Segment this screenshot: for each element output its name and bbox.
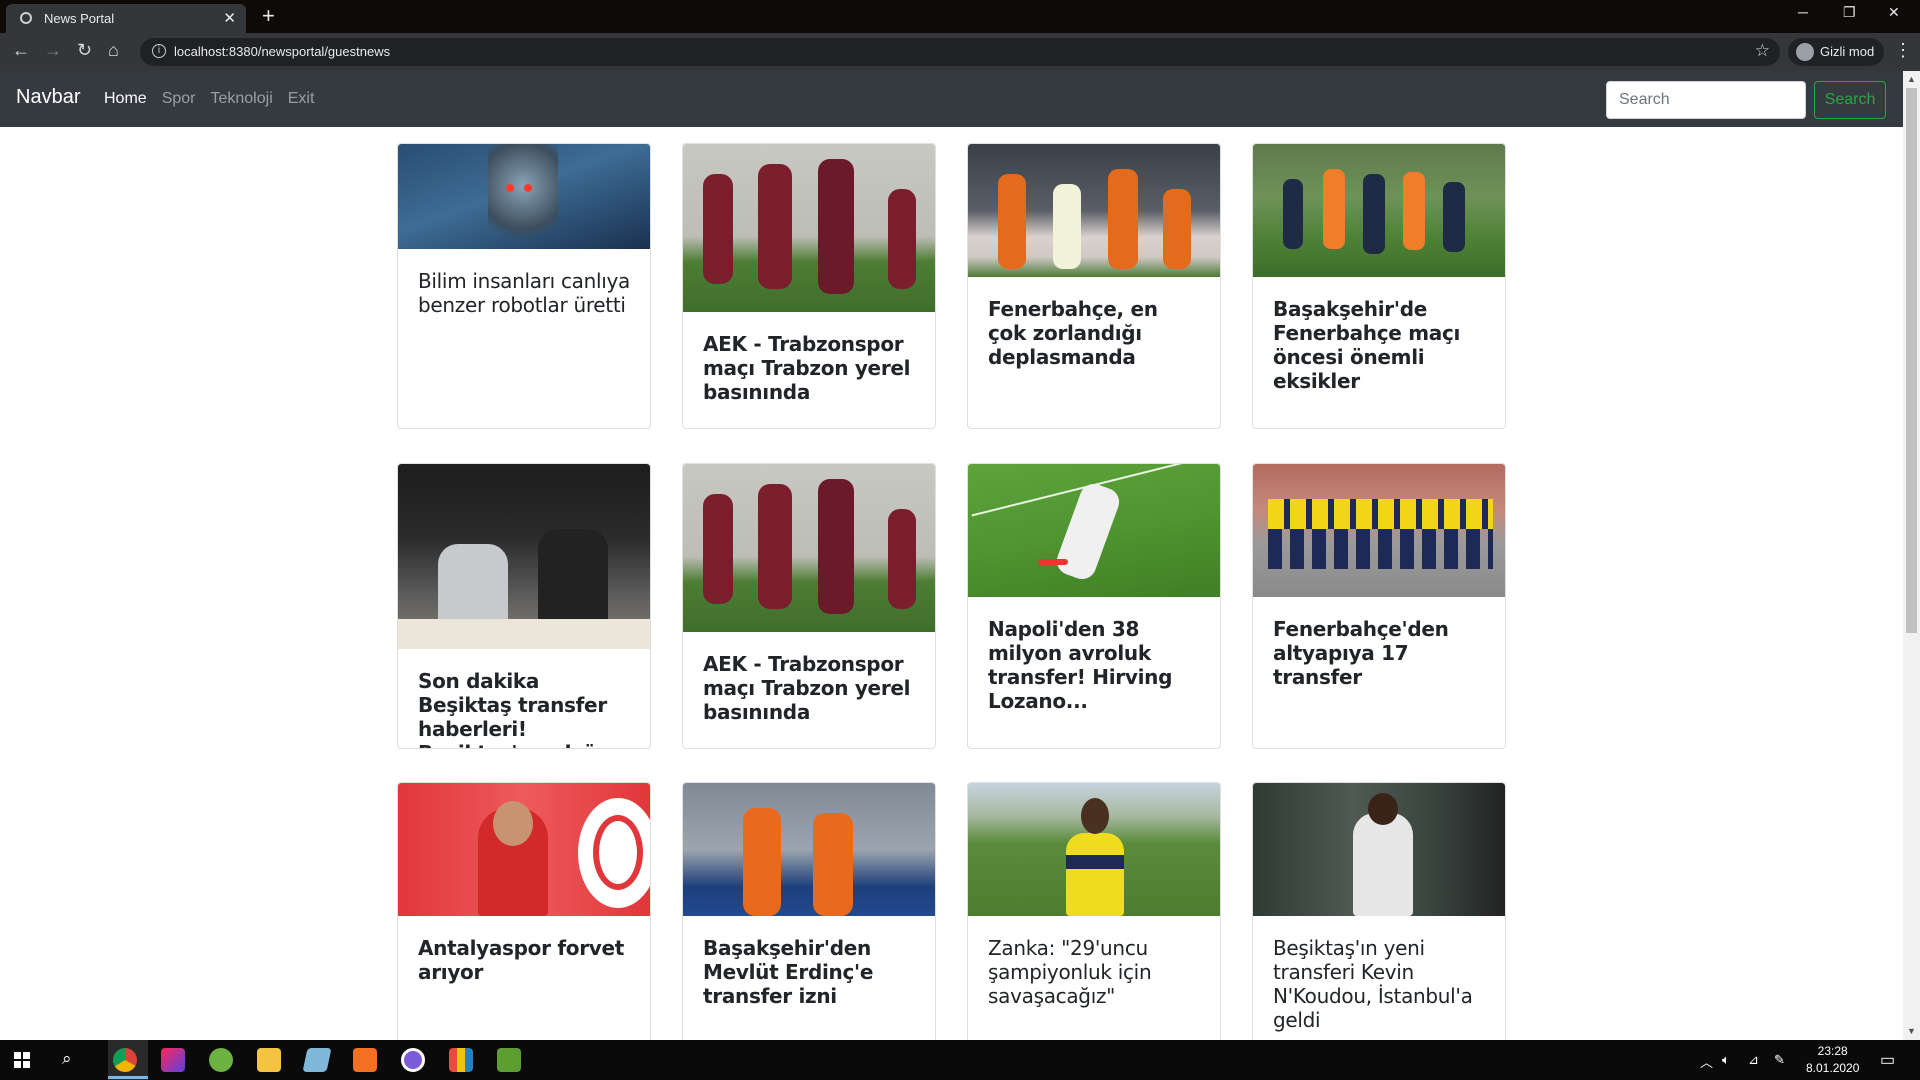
scrollbar-thumb[interactable] xyxy=(1906,88,1917,633)
news-card[interactable]: AEK - Trabzonspor maçı Trabzon yerel bas… xyxy=(682,463,936,749)
news-title[interactable]: Bilim insanları canlıya benzer robotlar … xyxy=(398,249,650,317)
news-card[interactable]: Napoli'den 38 milyon avroluk transfer! H… xyxy=(967,463,1221,749)
page-scrollbar[interactable]: ▲ ▼ xyxy=(1903,71,1920,1040)
globe-icon xyxy=(20,12,32,24)
address-bar[interactable]: i localhost:8380/newsportal/guestnews ☆ xyxy=(140,38,1780,66)
bookmark-star-icon[interactable]: ☆ xyxy=(1755,41,1770,61)
nav-link-teknoloji[interactable]: Teknoloji xyxy=(210,90,272,108)
site-navbar: Navbar Home Spor Teknoloji Exit Search xyxy=(0,71,1903,127)
intellij-icon[interactable] xyxy=(161,1048,185,1072)
news-image-lozano xyxy=(968,464,1220,597)
news-title[interactable]: Başakşehir'den Mevlüt Erdinç'e transfer … xyxy=(683,916,935,1008)
notepad-icon[interactable] xyxy=(302,1048,332,1072)
news-image-zanka xyxy=(968,783,1220,916)
tab-title: News Portal xyxy=(44,11,115,26)
news-card[interactable]: Son dakika Beşiktaş transfer haberleri! … xyxy=(397,463,651,749)
nav-link-spor[interactable]: Spor xyxy=(162,90,196,108)
news-card[interactable]: Beşiktaş'ın yeni transferi Kevin N'Koudo… xyxy=(1252,782,1506,1040)
news-title[interactable]: Fenerbahçe'den altyapıya 17 transfer xyxy=(1253,597,1505,689)
nav-link-home[interactable]: Home xyxy=(104,90,147,108)
banner-logo xyxy=(458,470,598,494)
restore-icon[interactable]: ❐ xyxy=(1843,4,1856,21)
windows-taskbar: ⌕ ︿ 🔈︎ ⊿ ✎ 23:28 8.01.2020 ▭ xyxy=(0,1040,1920,1080)
chevron-up-icon[interactable]: ︿ xyxy=(1700,1052,1713,1071)
file-explorer-icon[interactable] xyxy=(257,1048,281,1072)
chrome-icon[interactable] xyxy=(113,1048,137,1072)
back-icon[interactable]: ← xyxy=(12,40,30,61)
browser-tab-strip: News Portal ✕ + ─ ❐ ✕ xyxy=(0,0,1920,33)
news-title[interactable]: Fenerbahçe, en çok zorlandığı deplasmand… xyxy=(968,277,1220,369)
info-icon[interactable]: i xyxy=(152,44,166,58)
clock-time: 23:28 xyxy=(1817,1044,1848,1058)
browser-menu-icon[interactable]: ⋮ xyxy=(1894,40,1912,61)
incognito-indicator[interactable]: Gizli mod xyxy=(1788,38,1885,66)
minimize-icon[interactable]: ─ xyxy=(1798,4,1808,20)
news-title[interactable]: Zanka: "29'uncu şampiyonluk için savaşac… xyxy=(968,916,1220,1008)
scroll-down-icon[interactable]: ▼ xyxy=(1907,1026,1916,1036)
network-icon[interactable]: ⊿ xyxy=(1748,1052,1759,1068)
home-icon[interactable]: ⌂ xyxy=(108,40,119,61)
new-tab-icon[interactable]: + xyxy=(262,3,275,29)
news-card[interactable]: Zanka: "29'uncu şampiyonluk için savaşac… xyxy=(967,782,1221,1040)
active-indicator xyxy=(108,1076,148,1079)
news-image-basaksehir-training xyxy=(1253,144,1505,277)
url-text: localhost:8380/newsportal/guestnews xyxy=(174,44,391,59)
news-image-besiktas-signing xyxy=(398,464,650,649)
search-icon[interactable]: ⌕ xyxy=(62,1049,72,1069)
scroll-up-icon[interactable]: ▲ xyxy=(1907,74,1916,84)
browser-toolbar: ← → ↻ ⌂ i localhost:8380/newsportal/gues… xyxy=(0,33,1920,71)
app-icon[interactable] xyxy=(449,1048,473,1072)
system-clock[interactable]: 23:28 8.01.2020 xyxy=(1806,1043,1859,1077)
browser-tab[interactable]: News Portal ✕ xyxy=(6,4,246,33)
news-card[interactable]: Bilim insanları canlıya benzer robotlar … xyxy=(397,143,651,429)
search-button[interactable]: Search xyxy=(1814,81,1886,119)
news-title[interactable]: Beşiktaş'ın yeni transferi Kevin N'Koudo… xyxy=(1253,916,1505,1032)
news-title[interactable]: Antalyaspor forvet arıyor xyxy=(398,916,650,984)
nav-link-exit[interactable]: Exit xyxy=(288,90,315,108)
news-image-nkoudou xyxy=(1253,783,1505,916)
record-app-icon[interactable] xyxy=(401,1048,425,1072)
news-card[interactable]: Antalyaspor forvet arıyor xyxy=(397,782,651,1040)
nav-links: Home Spor Teknoloji Exit xyxy=(104,90,314,108)
news-image-antalyaspor xyxy=(398,783,650,916)
incognito-label: Gizli mod xyxy=(1820,44,1875,59)
news-card[interactable]: Başakşehir'den Mevlüt Erdinç'e transfer … xyxy=(682,782,936,1040)
search-input[interactable] xyxy=(1606,81,1806,119)
news-card[interactable]: Başakşehir'de Fenerbahçe maçı öncesi öne… xyxy=(1252,143,1506,429)
news-image-trabzon-players xyxy=(683,144,935,312)
news-image-youth-team xyxy=(1253,464,1505,597)
news-title[interactable]: Son dakika Beşiktaş transfer haberleri! … xyxy=(398,649,650,748)
close-tab-icon[interactable]: ✕ xyxy=(223,9,236,27)
news-title[interactable]: AEK - Trabzonspor maçı Trabzon yerel bas… xyxy=(683,632,935,724)
news-card[interactable]: AEK - Trabzonspor maçı Trabzon yerel bas… xyxy=(682,143,936,429)
news-title[interactable]: AEK - Trabzonspor maçı Trabzon yerel bas… xyxy=(683,312,935,404)
close-window-icon[interactable]: ✕ xyxy=(1888,4,1900,21)
spring-icon[interactable] xyxy=(209,1048,233,1072)
news-title[interactable]: Napoli'den 38 milyon avroluk transfer! H… xyxy=(968,597,1220,713)
reload-icon[interactable]: ↻ xyxy=(77,40,92,61)
windows-start-icon[interactable] xyxy=(14,1052,30,1068)
pen-icon[interactable]: ✎ xyxy=(1774,1052,1785,1068)
news-title[interactable]: Başakşehir'de Fenerbahçe maçı öncesi öne… xyxy=(1253,277,1505,393)
news-image-basaksehir-celebrate xyxy=(683,783,935,916)
page-viewport: Navbar Home Spor Teknoloji Exit Search B… xyxy=(0,71,1920,1040)
news-image-robot xyxy=(398,144,650,249)
clock-date: 8.01.2020 xyxy=(1806,1061,1860,1075)
volume-icon[interactable]: 🔈︎ xyxy=(1722,1052,1730,1068)
news-image-trabzon-players xyxy=(683,464,935,632)
xampp-icon[interactable] xyxy=(353,1048,377,1072)
incognito-icon xyxy=(1796,43,1814,61)
news-image-fenerbahce-match xyxy=(968,144,1220,277)
notifications-icon[interactable]: ▭ xyxy=(1880,1050,1895,1070)
forward-icon[interactable]: → xyxy=(44,40,62,61)
news-card[interactable]: Fenerbahçe'den altyapıya 17 transfer xyxy=(1252,463,1506,749)
news-card[interactable]: Fenerbahçe, en çok zorlandığı deplasmand… xyxy=(967,143,1221,429)
text-editor-icon[interactable] xyxy=(497,1048,521,1072)
navbar-brand[interactable]: Navbar xyxy=(16,86,80,109)
